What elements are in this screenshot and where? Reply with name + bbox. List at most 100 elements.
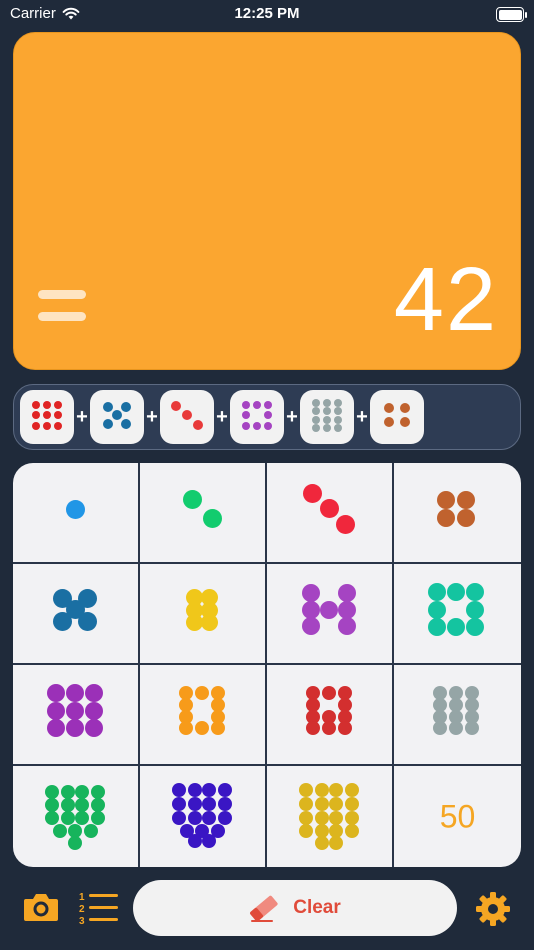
die-dot [465,600,484,619]
die-dot [428,583,447,602]
die-dot [299,810,314,825]
die-dot [338,584,356,603]
die-dot [90,811,105,826]
die-key-17[interactable] [140,766,267,867]
die-dot [75,784,90,799]
eraser-icon [250,895,278,922]
die-key-8[interactable] [394,564,521,665]
camera-icon[interactable] [23,892,59,922]
die-dot [334,415,343,424]
numbered-list-icon[interactable]: 1 2 3 [78,890,120,926]
die-dot [202,783,217,798]
die-key-2[interactable] [140,463,267,564]
die-dot [172,810,187,825]
die-dot [457,490,475,509]
die-dot [112,410,122,421]
die-dot [437,490,455,509]
die-key-12[interactable] [394,665,521,766]
die-dot [437,509,455,528]
die-dot [77,611,97,631]
plus-sign: + [286,405,298,428]
die-dot [447,583,465,602]
die-dot [329,835,344,850]
die-dot [52,824,67,839]
die-key-18[interactable] [267,766,394,867]
die-dot [90,797,105,812]
die-key-10[interactable] [140,665,267,766]
die-dot [45,784,60,799]
die-dot [65,499,85,519]
die-dot [323,415,331,424]
expression-die[interactable] [90,390,144,444]
die-dot [264,411,273,420]
die-dot [314,835,329,850]
clear-label: Clear [293,897,341,918]
die-dot [75,797,90,812]
number-key[interactable]: 50 [394,766,521,867]
die-dot [447,617,465,636]
plus-sign: + [76,405,88,428]
die-dot [202,810,217,825]
die-dot [344,797,359,812]
equals-icon[interactable] [38,290,86,334]
die-dot [319,499,339,519]
result-display: 42 [13,32,521,370]
die-dot [103,402,114,413]
svg-text:1: 1 [79,892,85,903]
die-dot [428,600,447,619]
plus-sign: + [146,405,158,428]
die-dot [43,411,51,420]
die-dot [217,783,232,798]
die-dot [182,410,192,421]
die-dot [299,797,314,812]
die-key-9[interactable] [13,665,140,766]
die-dot [338,721,353,736]
die-dot [323,407,331,416]
die-dot [334,407,343,416]
die-dot [329,810,344,825]
die-key-6[interactable] [140,564,267,665]
die-dot [47,701,66,720]
die-key-1[interactable] [13,463,140,564]
expression-die[interactable] [370,390,424,444]
clear-button[interactable]: Clear [133,880,457,936]
die-dot [465,721,480,736]
die-dot [43,400,51,409]
die-dot [457,509,475,528]
plus-sign: + [216,405,228,428]
die-dot [344,783,359,798]
die-dot [323,399,331,408]
die-key-3[interactable] [267,463,394,564]
die-dot [84,684,103,703]
plus-sign: + [356,405,368,428]
die-key-7[interactable] [267,564,394,665]
die-dot [31,421,40,430]
die-dot [66,718,84,737]
die-dot [60,797,75,812]
die-dot [43,421,51,430]
gear-icon[interactable] [475,891,511,927]
die-dot [83,824,98,839]
die-dot [465,617,484,636]
expression-die[interactable] [160,390,214,444]
die-dot [217,810,232,825]
expression-die[interactable] [20,390,74,444]
svg-text:2: 2 [79,904,85,915]
die-key-5[interactable] [13,564,140,665]
die-dot [241,400,250,409]
die-key-11[interactable] [267,665,394,766]
battery-level [498,9,522,20]
expression-die[interactable] [230,390,284,444]
die-dot [172,797,187,812]
die-dot [201,614,219,632]
die-dot [187,783,202,798]
die-key-4[interactable] [394,463,521,564]
expression-die[interactable] [300,390,354,444]
die-dot [253,400,261,409]
die-key-16[interactable] [13,766,140,867]
die-dot [314,783,329,798]
die-dot [299,783,314,798]
die-dot [187,834,202,849]
die-dot [60,784,75,799]
die-dot [329,797,344,812]
